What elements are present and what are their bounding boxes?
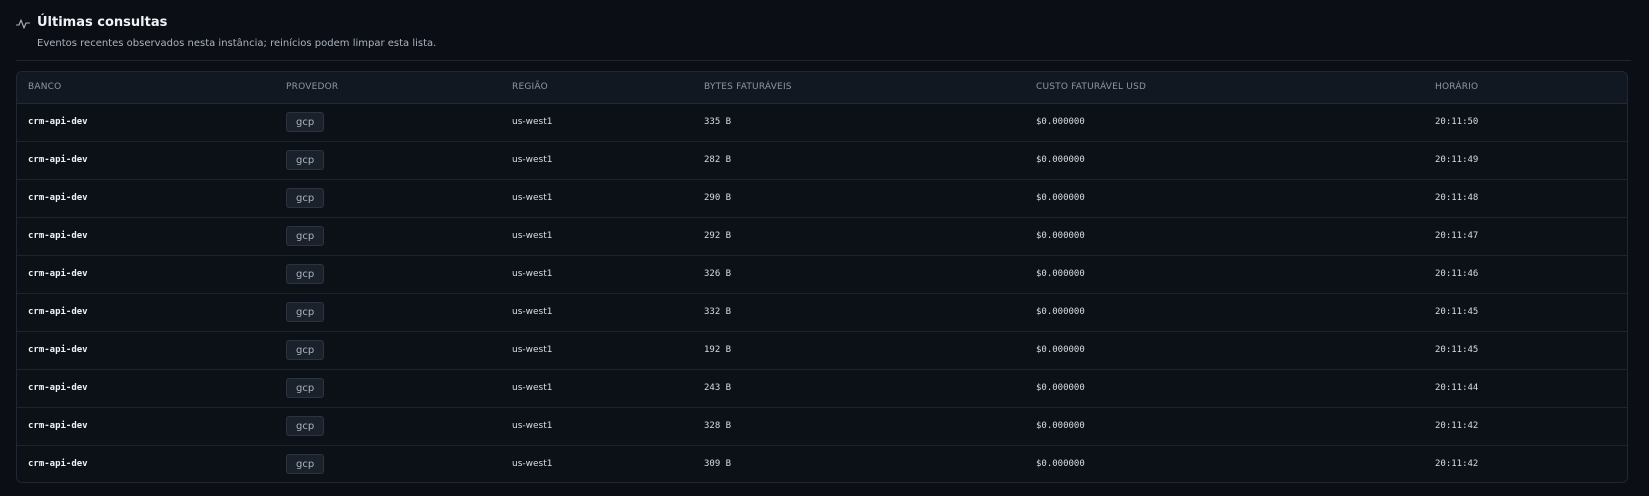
cell-banco: crm-api-dev [28,383,88,393]
table-row: crm-api-dev gcp us-west1 292 B $0.000000 20:1… [17,218,1627,256]
cell-bytes: 335 B [704,117,732,127]
cell-bytes: 292 B [704,231,732,241]
section-header: Últimas consultas Eventos recentes obser… [15,14,1631,61]
cell-banco: crm-api-dev [28,117,88,127]
table-row: crm-api-dev gcp us-west1 328 B $0.000000 20:1… [17,408,1627,446]
cell-banco: crm-api-dev [28,345,88,355]
section-subtitle: Eventos recentes observados nesta instân… [37,38,437,49]
cell-bytes: 192 B [704,345,732,355]
table-row: crm-api-dev gcp us-west1 309 B $0.000000 20:1… [17,446,1627,482]
recent-queries-section: Últimas consultas Eventos recentes obser… [0,0,1649,496]
cell-regiao: us-west1 [512,421,553,431]
cell-custo: $0.000000 [1036,307,1085,317]
table-row: crm-api-dev gcp us-west1 332 B $0.000000 20:1… [17,294,1627,332]
cell-bytes: 326 B [704,269,732,279]
table-row: crm-api-dev gcp us-west1 192 B $0.000000 20:1… [17,332,1627,370]
cell-horario: 20:11:49 [1435,155,1479,165]
cell-regiao: us-west1 [512,231,553,241]
provider-badge: gcp [286,340,325,360]
cell-banco: crm-api-dev [28,307,88,317]
cell-regiao: us-west1 [512,193,553,203]
cell-horario: 20:11:42 [1435,459,1479,469]
provider-badge: gcp [286,416,325,436]
column-header-horario: HORÁRIO [1435,82,1479,92]
column-header-bytes: BYTES FATURÁVEIS [704,82,792,92]
cell-horario: 20:11:45 [1435,345,1479,355]
provider-badge: gcp [286,264,325,284]
provider-badge: gcp [286,226,325,246]
cell-horario: 20:11:44 [1435,383,1479,393]
cell-regiao: us-west1 [512,345,553,355]
column-header-provedor: PROVEDOR [286,82,339,92]
section-title: Últimas consultas [37,15,168,30]
cell-custo: $0.000000 [1036,231,1085,241]
cell-horario: 20:11:50 [1435,117,1479,127]
cell-regiao: us-west1 [512,383,553,393]
table-row: crm-api-dev gcp us-west1 335 B $0.000000 20:1… [17,104,1627,142]
cell-custo: $0.000000 [1036,459,1085,469]
table-row: crm-api-dev gcp us-west1 282 B $0.000000 20:1… [17,142,1627,180]
cell-custo: $0.000000 [1036,117,1085,127]
cell-horario: 20:11:45 [1435,307,1479,317]
cell-regiao: us-west1 [512,155,553,165]
column-header-banco: BANCO [28,82,62,92]
provider-badge: gcp [286,112,325,132]
provider-badge: gcp [286,454,325,474]
cell-custo: $0.000000 [1036,383,1085,393]
column-header-custo: CUSTO FATURÁVEL USD [1036,82,1147,92]
cell-banco: crm-api-dev [28,269,88,279]
table-row: crm-api-dev gcp us-west1 326 B $0.000000 20:1… [17,256,1627,294]
cell-regiao: us-west1 [512,307,553,317]
cell-bytes: 243 B [704,383,732,393]
table-row: crm-api-dev gcp us-west1 243 B $0.000000 20:1… [17,370,1627,408]
table-row: crm-api-dev gcp us-west1 290 B $0.000000 20:1… [17,180,1627,218]
cell-regiao: us-west1 [512,459,553,469]
provider-badge: gcp [286,150,325,170]
cell-regiao: us-west1 [512,117,553,127]
cell-bytes: 332 B [704,307,732,317]
cell-custo: $0.000000 [1036,421,1085,431]
cell-custo: $0.000000 [1036,269,1085,279]
cell-banco: crm-api-dev [28,193,88,203]
queries-table: BANCO PROVEDOR REGIÃO BYTES FATURÁVEIS C… [16,71,1628,483]
provider-badge: gcp [286,302,325,322]
cell-regiao: us-west1 [512,269,553,279]
cell-custo: $0.000000 [1036,155,1085,165]
table-body: crm-api-dev gcp us-west1 335 B $0.000000 20:1… [17,104,1627,482]
cell-bytes: 290 B [704,193,732,203]
cell-custo: $0.000000 [1036,345,1085,355]
table-header: BANCO PROVEDOR REGIÃO BYTES FATURÁVEIS C… [17,72,1627,104]
cell-horario: 20:11:48 [1435,193,1479,203]
provider-badge: gcp [286,378,325,398]
provider-badge: gcp [286,188,325,208]
cell-banco: crm-api-dev [28,231,88,241]
cell-banco: crm-api-dev [28,155,88,165]
cell-custo: $0.000000 [1036,193,1085,203]
cell-horario: 20:11:42 [1435,421,1479,431]
cell-banco: crm-api-dev [28,421,88,431]
cell-bytes: 309 B [704,459,732,469]
cell-horario: 20:11:46 [1435,269,1479,279]
cell-horario: 20:11:47 [1435,231,1479,241]
cell-bytes: 328 B [704,421,732,431]
cell-bytes: 282 B [704,155,732,165]
column-header-regiao: REGIÃO [512,82,548,92]
activity-icon [15,15,31,29]
cell-banco: crm-api-dev [28,459,88,469]
